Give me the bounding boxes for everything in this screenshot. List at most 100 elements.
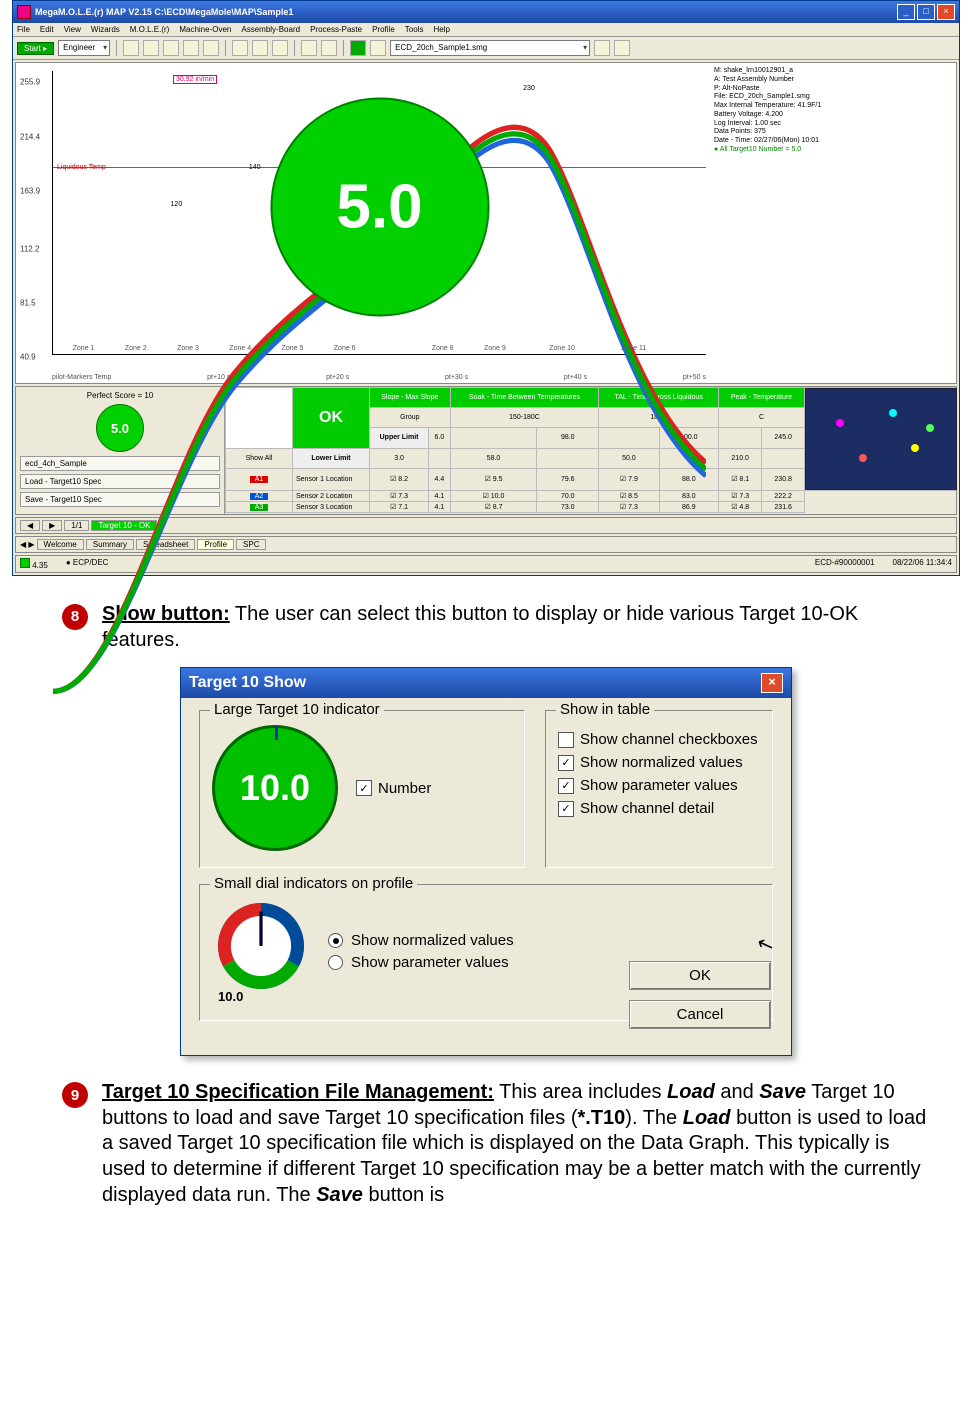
menu-file[interactable]: File [17, 25, 30, 34]
chk-channel-detail[interactable]: ✓Show channel detail [558, 800, 760, 817]
window-titlebar: MegaM.O.L.E.(r) MAP V2.15 C:\ECD\MegaMol… [13, 1, 959, 23]
toolbar-icon[interactable] [163, 40, 179, 56]
toolbar-icon[interactable] [614, 40, 630, 56]
status-datetime: 08/22/06 11:34:4 [893, 558, 952, 570]
zone-label: Zone 3 [177, 345, 199, 352]
dialog-close-button[interactable]: × [761, 673, 783, 693]
minimize-button[interactable]: _ [897, 4, 915, 20]
legend-line: M: shake_lrn10012901_a [714, 67, 952, 76]
x-marker: pt+30 s [445, 374, 468, 381]
status-led-icon [20, 558, 30, 568]
legend-line: Battery Voltage: 4.200 [714, 111, 952, 120]
menu-help[interactable]: Help [433, 25, 449, 34]
legend-line: File: ECD_20ch_Sample1.smg [714, 93, 952, 102]
app-icon [17, 5, 31, 19]
legend-line: ● All Target10 Number = 5.0 [714, 146, 952, 155]
toolbar-icon[interactable] [272, 40, 288, 56]
target10-show-dialog: Target 10 Show × Large Target 10 indicat… [180, 667, 792, 1056]
y-tick: 255.9 [20, 78, 40, 87]
cancel-button[interactable]: Cancel [629, 1000, 771, 1029]
x-marker: pt+10 s [207, 374, 230, 381]
x-marker: pt+50 s [683, 374, 706, 381]
toolbar-icon[interactable] [301, 40, 317, 56]
dial-label: 10.0 [218, 989, 304, 1004]
window-title: MegaM.O.L.E.(r) MAP V2.15 C:\ECD\MegaMol… [35, 7, 897, 17]
doc-item-9: 9 Target 10 Specification File Managemen… [0, 1080, 972, 1208]
large-indicator-preview: 10.0 [212, 725, 338, 851]
legend-line: Date - Time: 02/27/06(Mon) 10:01 [714, 137, 952, 146]
main-app-window: MegaM.O.L.E.(r) MAP V2.15 C:\ECD\MegaMol… [12, 0, 960, 576]
toolbar-icon[interactable] [183, 40, 199, 56]
plot-area: Liquidous Temp 30.92 in/min 120 140 160 … [52, 71, 706, 355]
zone-label: Zone 11 [621, 345, 646, 352]
menu-mole[interactable]: M.O.L.E.(r) [130, 25, 170, 34]
profile-graph: 255.9 214.4 163.9 112.2 81.5 40.9 Liquid… [15, 62, 957, 384]
legend-line: A: Test Assembly Number [714, 76, 952, 85]
legend-line: Log Interval: 1.00 sec [714, 120, 952, 129]
x-marker: pilot-Markers Temp [52, 374, 111, 381]
y-tick: 112.2 [20, 244, 39, 253]
chk-normalized-values[interactable]: ✓Show normalized values [558, 754, 760, 771]
zone-label: Zone 9 [484, 345, 506, 352]
chk-parameter-values[interactable]: ✓Show parameter values [558, 777, 760, 794]
user-combo[interactable]: Engineer [58, 40, 110, 56]
toolbar-icon[interactable] [232, 40, 248, 56]
toolbar-icon[interactable] [321, 40, 337, 56]
group-large-indicator: Large Target 10 indicator [210, 701, 384, 718]
menu-process[interactable]: Process-Paste [310, 25, 362, 34]
toolbar-icon[interactable] [123, 40, 139, 56]
zone-label: Zone 4 [229, 345, 251, 352]
board-image [805, 388, 957, 490]
radio-normalized[interactable]: Show normalized values [328, 932, 514, 949]
menu-wizards[interactable]: Wizards [91, 25, 120, 34]
menu-assembly[interactable]: Assembly-Board [241, 25, 300, 34]
zone-label: Zone 2 [125, 345, 147, 352]
toolbar-icon[interactable] [370, 40, 386, 56]
zone-label: Zone 1 [73, 345, 95, 352]
zone-label: Zone 6 [334, 345, 356, 352]
radio-parameter[interactable]: Show parameter values [328, 954, 514, 971]
status-serial: ECD-#90000001 [815, 558, 875, 570]
menu-bar: File Edit View Wizards M.O.L.E.(r) Machi… [13, 23, 959, 37]
menu-machine[interactable]: Machine-Oven [179, 25, 231, 34]
legend-line: Max Internal Temperature: 41.9F/1 [714, 102, 952, 111]
item9-title: Target 10 Specification File Management: [102, 1081, 494, 1103]
menu-view[interactable]: View [64, 25, 81, 34]
menu-edit[interactable]: Edit [40, 25, 54, 34]
large-target-indicator: 5.0 [270, 97, 489, 316]
y-tick: 40.9 [20, 353, 36, 362]
zone-label: Zone 8 [432, 345, 454, 352]
y-tick: 163.9 [20, 187, 40, 196]
start-button[interactable]: Start ▸ [17, 42, 54, 55]
toolbar-icon[interactable] [350, 40, 366, 56]
zone-label: Zone 5 [282, 345, 304, 352]
toolbar-icon[interactable] [594, 40, 610, 56]
y-tick: 81.5 [20, 299, 36, 308]
maximize-button[interactable]: □ [917, 4, 935, 20]
toolbar-icon[interactable] [203, 40, 219, 56]
toolbar: Start ▸ Engineer ECD_20ch_Sample1.smg [13, 37, 959, 60]
number-checkbox[interactable]: ✓Number [356, 780, 431, 797]
nav-prev[interactable]: ◀ [20, 520, 40, 531]
toolbar-icon[interactable] [252, 40, 268, 56]
chk-channel-checkboxes[interactable]: Show channel checkboxes [558, 731, 760, 748]
bullet-9-icon: 9 [62, 1082, 88, 1108]
y-tick: 214.4 [20, 132, 40, 141]
x-marker: pt+40 s [564, 374, 587, 381]
group-small-dial: Small dial indicators on profile [210, 875, 417, 892]
menu-tools[interactable]: Tools [405, 25, 424, 34]
file-combo[interactable]: ECD_20ch_Sample1.smg [390, 40, 590, 56]
status-value: 4.35 [32, 561, 48, 570]
x-marker: pt+20 s [326, 374, 349, 381]
zone-label: Zone 10 [549, 345, 575, 352]
small-dial-preview [218, 903, 304, 989]
menu-profile[interactable]: Profile [372, 25, 395, 34]
legend-line: P: Alt-NoPaste [714, 85, 952, 94]
ok-button[interactable]: OK [629, 961, 771, 990]
close-button[interactable]: × [937, 4, 955, 20]
legend-line: Data Points: 375 [714, 128, 952, 137]
legend-box: M: shake_lrn10012901_a A: Test Assembly … [714, 67, 952, 155]
toolbar-icon[interactable] [143, 40, 159, 56]
group-show-in-table: Show in table [556, 701, 654, 718]
large-target-value: 5.0 [336, 171, 422, 242]
